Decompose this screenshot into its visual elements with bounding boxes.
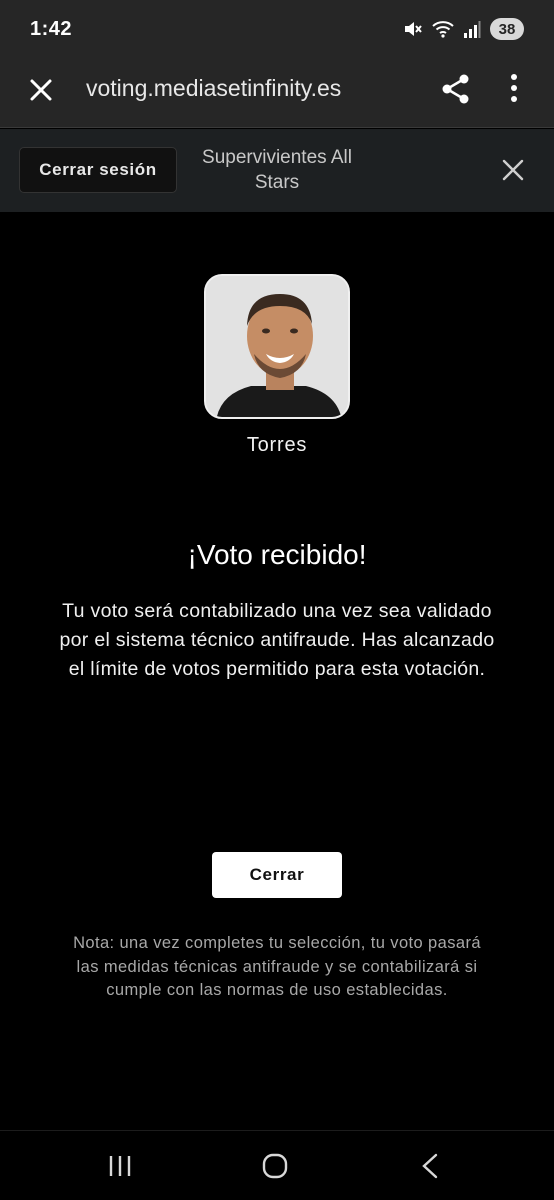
battery-indicator: 38 [490,18,524,40]
back-icon[interactable] [420,1153,440,1179]
close-button[interactable]: Cerrar [212,852,342,898]
note-text: Nota: una vez completes tu selección, tu… [73,934,481,999]
navigation-bar [0,1130,554,1200]
url-text[interactable]: voting.mediasetinfinity.es [86,75,341,102]
site-header: Cerrar sesión Supervivientes All Stars [0,129,554,212]
vote-message: Tu voto será contabilizado una vez sea v… [59,600,495,680]
contestant-name: Torres [246,434,308,456]
signal-icon [464,21,481,38]
home-icon[interactable] [262,1153,288,1179]
share-icon[interactable] [440,73,472,105]
close-icon[interactable] [501,158,525,182]
logout-button[interactable]: Cerrar sesión [19,147,177,193]
close-icon[interactable] [28,77,54,103]
status-bar: 1:42 38 [0,0,554,58]
wifi-icon [432,21,454,38]
more-vert-icon[interactable] [504,72,524,106]
vote-received-title: ¡Voto recibido! [187,539,367,570]
contestant-photo [206,276,348,417]
page-title: Supervivientes All Stars [202,147,352,193]
contestant-avatar [204,274,350,419]
mute-icon [405,22,422,36]
status-time: 1:42 [30,17,73,40]
recents-icon[interactable] [108,1154,132,1178]
browser-toolbar: voting.mediasetinfinity.es [0,58,554,128]
status-icons: 38 [403,18,524,40]
